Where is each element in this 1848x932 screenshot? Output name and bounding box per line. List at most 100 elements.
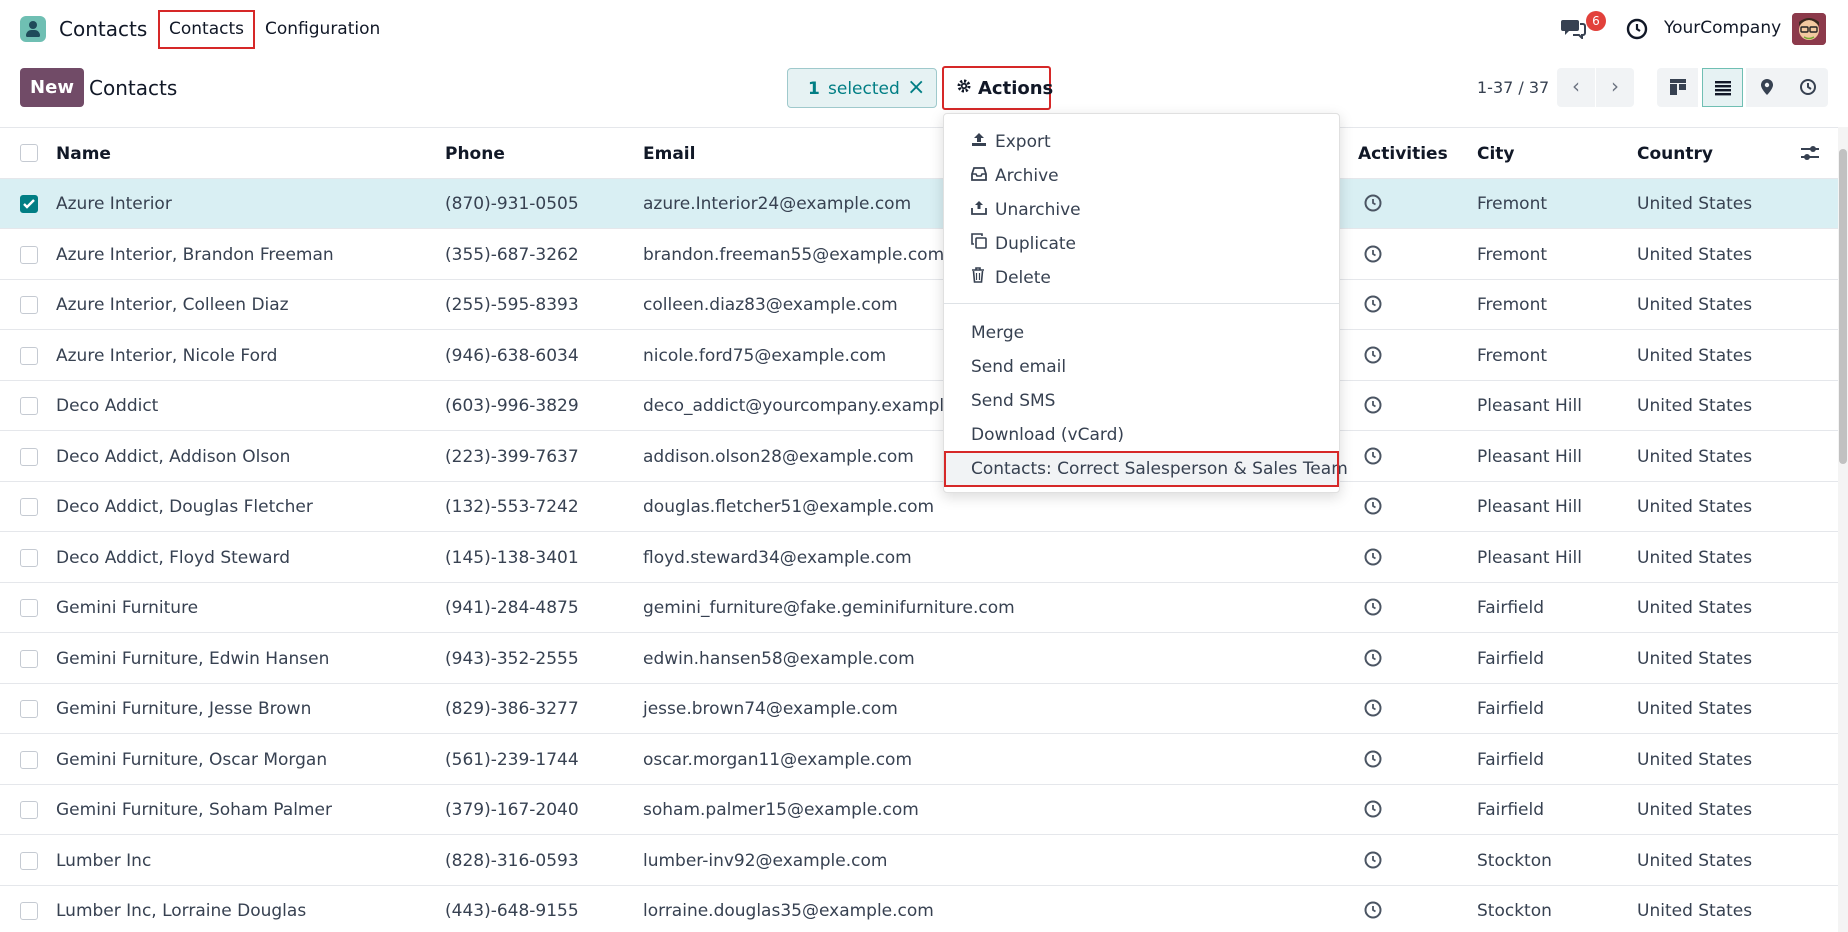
- cell-phone[interactable]: (132)-553-7242: [445, 497, 579, 517]
- cell-phone[interactable]: (870)-931-0505: [445, 194, 579, 214]
- cell-country[interactable]: United States: [1637, 851, 1752, 871]
- cell-phone[interactable]: (946)-638-6034: [445, 346, 579, 366]
- pager-previous-button[interactable]: ‹: [1557, 68, 1595, 107]
- cell-city[interactable]: Fairfield: [1477, 699, 1544, 719]
- row-checkbox[interactable]: [20, 447, 38, 466]
- actions-button[interactable]: Actions: [942, 66, 1053, 110]
- header-activities[interactable]: Activities: [1358, 144, 1448, 164]
- table-row[interactable]: Deco Addict, Douglas Fletcher (132)-553-7…: [0, 482, 1838, 532]
- cell-email[interactable]: deco_addict@yourcompany.example.c: [643, 396, 969, 416]
- cell-phone[interactable]: (223)-399-7637: [445, 447, 579, 467]
- cell-name[interactable]: Lumber Inc: [56, 851, 151, 871]
- row-checkbox[interactable]: [20, 801, 38, 819]
- cell-name[interactable]: Gemini Furniture: [56, 598, 198, 618]
- row-checkbox[interactable]: [20, 851, 38, 870]
- cell-country[interactable]: United States: [1637, 245, 1752, 265]
- list-view-button[interactable]: [1702, 68, 1743, 107]
- header-name[interactable]: Name: [56, 144, 111, 164]
- cell-country[interactable]: United States: [1637, 497, 1752, 517]
- cell-phone[interactable]: (561)-239-1744: [445, 750, 579, 770]
- cell-name[interactable]: Azure Interior: [56, 194, 172, 214]
- activity-clock-icon[interactable]: [1363, 749, 1383, 774]
- table-row[interactable]: Lumber Inc (828)-316-0593 lumber-inv92@exa…: [0, 836, 1838, 886]
- cell-city[interactable]: Pleasant Hill: [1477, 497, 1582, 517]
- cell-phone[interactable]: (828)-316-0593: [445, 851, 579, 871]
- cell-country[interactable]: United States: [1637, 750, 1752, 770]
- select-all-checkbox[interactable]: [20, 144, 38, 162]
- cell-country[interactable]: United States: [1637, 548, 1752, 568]
- cell-name[interactable]: Deco Addict, Floyd Steward: [56, 548, 290, 568]
- scrollbar-thumb[interactable]: [1839, 149, 1847, 464]
- pager-next-button[interactable]: ›: [1596, 68, 1634, 107]
- cell-city[interactable]: Stockton: [1477, 851, 1552, 871]
- cell-phone[interactable]: (603)-996-3829: [445, 396, 579, 416]
- table-row[interactable]: Azure Interior, Nicole Ford (946)-638-603…: [0, 331, 1838, 381]
- row-checkbox[interactable]: [20, 245, 38, 264]
- cell-name[interactable]: Gemini Furniture, Jesse Brown: [56, 699, 311, 719]
- cell-phone[interactable]: (255)-595-8393: [445, 295, 579, 315]
- cell-phone[interactable]: (145)-138-3401: [445, 548, 579, 568]
- cell-name[interactable]: Azure Interior, Brandon Freeman: [56, 245, 334, 265]
- activity-clock-icon[interactable]: [1363, 496, 1383, 521]
- table-row[interactable]: Azure Interior, Colleen Diaz (255)-595-83…: [0, 280, 1838, 330]
- company-switcher[interactable]: YourCompany: [1664, 18, 1781, 38]
- activity-clock-icon[interactable]: [1363, 648, 1383, 673]
- menu-item-archive[interactable]: Archive: [944, 159, 1339, 193]
- cell-city[interactable]: Fairfield: [1477, 598, 1544, 618]
- activity-view-button[interactable]: [1787, 68, 1828, 107]
- activity-clock-icon[interactable]: [1363, 193, 1383, 218]
- menu-item-download-vcard[interactable]: Download (vCard): [944, 418, 1339, 452]
- cell-city[interactable]: Fairfield: [1477, 750, 1544, 770]
- row-checkbox[interactable]: [20, 548, 38, 567]
- activity-clock-icon[interactable]: [1626, 18, 1648, 45]
- table-row[interactable]: Deco Addict, Floyd Steward (145)-138-3401…: [0, 533, 1838, 583]
- header-email[interactable]: Email: [643, 144, 695, 164]
- map-view-button[interactable]: [1746, 68, 1787, 107]
- cell-name[interactable]: Azure Interior, Nicole Ford: [56, 346, 277, 366]
- cell-country[interactable]: United States: [1637, 901, 1752, 921]
- cell-email[interactable]: lorraine.douglas35@example.com: [643, 901, 934, 921]
- cell-phone[interactable]: (941)-284-4875: [445, 598, 579, 618]
- cell-phone[interactable]: (355)-687-3262: [445, 245, 579, 265]
- header-city[interactable]: City: [1477, 144, 1515, 164]
- activity-clock-icon[interactable]: [1363, 244, 1383, 269]
- menu-item-send-sms[interactable]: Send SMS: [944, 384, 1339, 418]
- cell-city[interactable]: Pleasant Hill: [1477, 548, 1582, 568]
- table-row[interactable]: Deco Addict, Addison Olson (223)-399-7637…: [0, 432, 1838, 482]
- new-button[interactable]: New: [20, 68, 84, 107]
- cell-email[interactable]: addison.olson28@example.com: [643, 447, 914, 467]
- cell-email[interactable]: oscar.morgan11@example.com: [643, 750, 912, 770]
- kanban-view-button[interactable]: [1657, 68, 1698, 107]
- menu-item-export[interactable]: Export: [944, 125, 1339, 159]
- cell-name[interactable]: Gemini Furniture, Soham Palmer: [56, 800, 332, 820]
- cell-email[interactable]: soham.palmer15@example.com: [643, 800, 919, 820]
- row-checkbox[interactable]: [20, 649, 38, 668]
- user-avatar[interactable]: [1792, 13, 1826, 45]
- cell-name[interactable]: Gemini Furniture, Edwin Hansen: [56, 649, 329, 669]
- activity-clock-icon[interactable]: [1363, 446, 1383, 471]
- cell-city[interactable]: Fremont: [1477, 194, 1547, 214]
- cell-city[interactable]: Pleasant Hill: [1477, 447, 1582, 467]
- optional-columns-icon[interactable]: [1800, 144, 1820, 167]
- cell-city[interactable]: Stockton: [1477, 901, 1552, 921]
- cell-city[interactable]: Fremont: [1477, 245, 1547, 265]
- menu-item-unarchive[interactable]: Unarchive: [944, 193, 1339, 227]
- row-checkbox[interactable]: [20, 195, 38, 213]
- cell-name[interactable]: Gemini Furniture, Oscar Morgan: [56, 750, 327, 770]
- cell-country[interactable]: United States: [1637, 295, 1752, 315]
- row-checkbox[interactable]: [20, 498, 38, 516]
- menu-item-correct-salesperson[interactable]: Contacts: Correct Salesperson & Sales Te…: [944, 451, 1348, 487]
- cell-phone[interactable]: (943)-352-2555: [445, 649, 579, 669]
- cell-phone[interactable]: (379)-167-2040: [445, 800, 579, 820]
- table-row[interactable]: Gemini Furniture, Jesse Brown (829)-386-3…: [0, 684, 1838, 734]
- cell-name[interactable]: Deco Addict, Addison Olson: [56, 447, 290, 467]
- table-row[interactable]: Gemini Furniture (941)-284-4875 gemini_fur…: [0, 583, 1838, 633]
- row-checkbox[interactable]: [20, 599, 38, 617]
- activity-clock-icon[interactable]: [1363, 547, 1383, 572]
- menu-item-delete[interactable]: Delete: [944, 261, 1339, 295]
- cell-email[interactable]: floyd.steward34@example.com: [643, 548, 912, 568]
- cell-email[interactable]: lumber-inv92@example.com: [643, 851, 887, 871]
- menu-configuration[interactable]: Configuration: [254, 10, 391, 49]
- cell-country[interactable]: United States: [1637, 598, 1752, 618]
- cell-city[interactable]: Fairfield: [1477, 649, 1544, 669]
